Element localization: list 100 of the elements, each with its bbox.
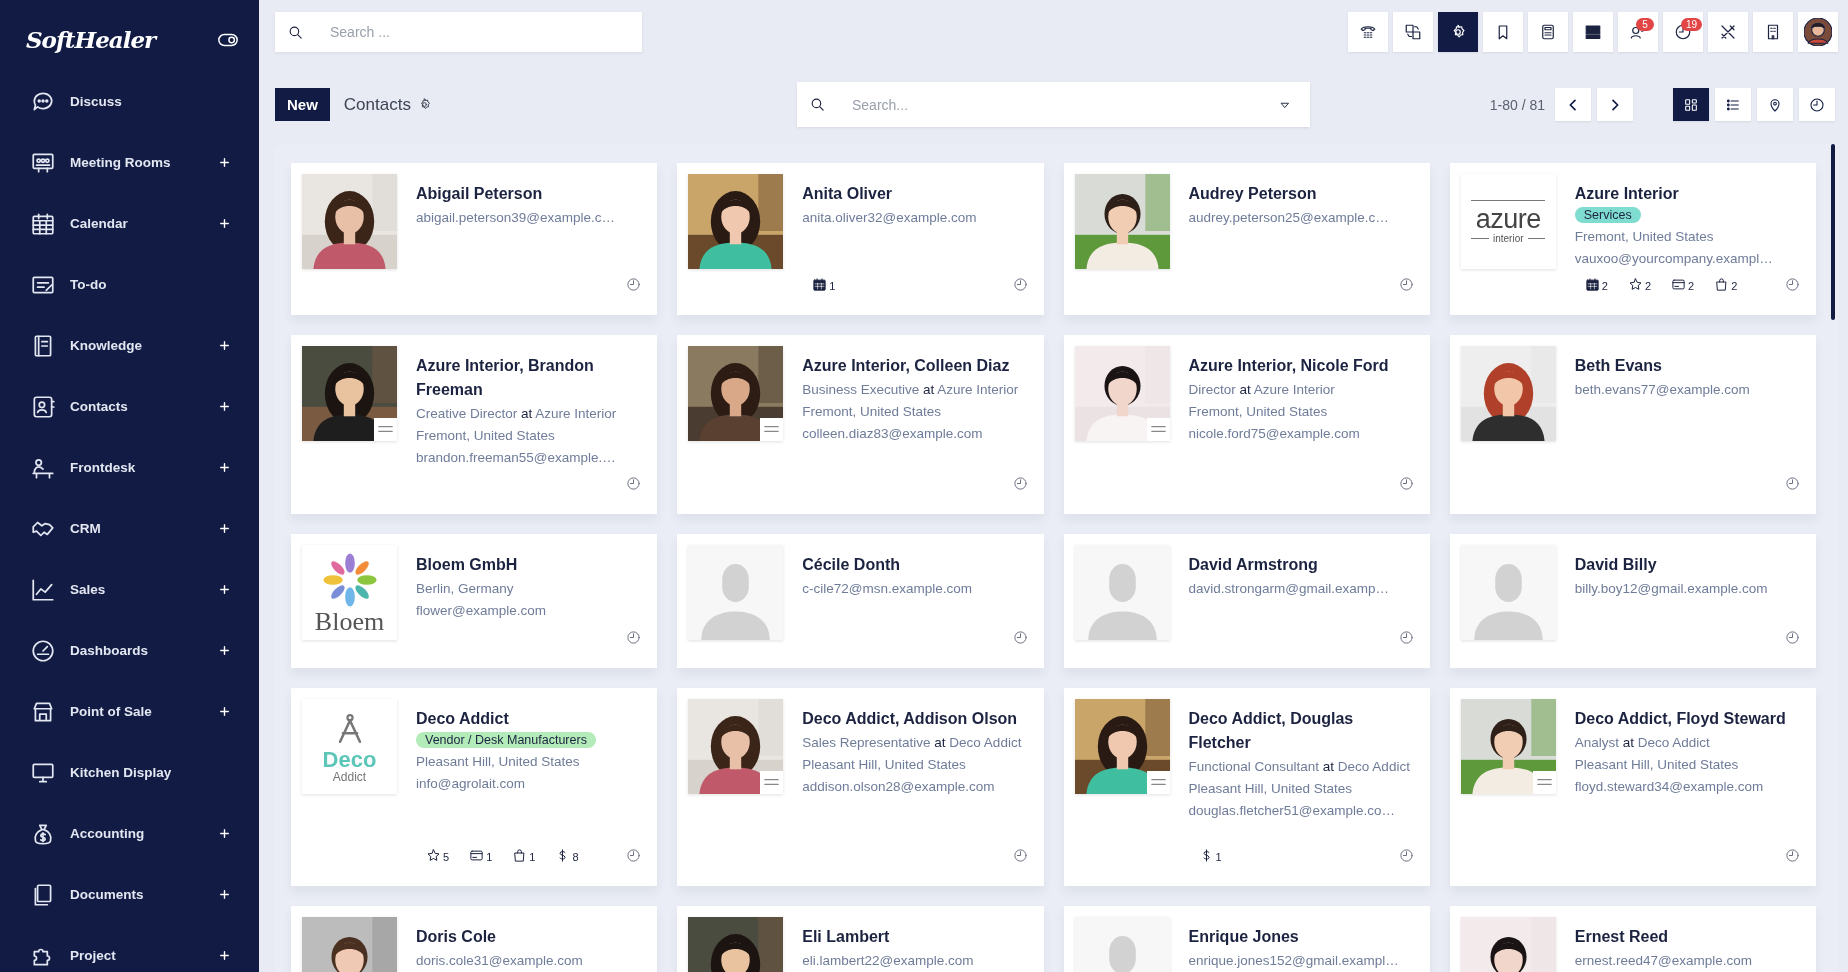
menu-item[interactable]: Frontdesk xyxy=(0,437,259,498)
credit-card-icon[interactable] xyxy=(1671,276,1686,292)
toolbar-button[interactable] xyxy=(1528,12,1568,52)
scrollbar-thumb[interactable] xyxy=(1831,144,1835,320)
search-input[interactable]: Search ... xyxy=(328,23,642,41)
contact-card[interactable]: Audrey Peterson audrey.peterson25@example.c… xyxy=(1063,163,1430,315)
contact-card[interactable]: Abigail Peterson abigail.peterson39@example.c… xyxy=(291,163,658,315)
toolbar-button[interactable]: 5 xyxy=(1618,12,1658,52)
plus-icon[interactable] xyxy=(218,888,231,901)
toolbar-button[interactable] xyxy=(1483,12,1523,52)
plus-icon[interactable] xyxy=(218,522,231,535)
contact-name: Azure Interior xyxy=(1574,184,1679,204)
toolbar-button[interactable] xyxy=(1393,12,1433,52)
contact-card[interactable]: Anita Oliver anita.oliver32@example.com 1 xyxy=(677,163,1044,315)
clock-icon[interactable] xyxy=(1398,847,1414,863)
clock-icon[interactable] xyxy=(1398,276,1414,292)
toolbar-button[interactable] xyxy=(1348,12,1388,52)
clock-icon[interactable] xyxy=(1785,847,1800,863)
plus-icon[interactable] xyxy=(218,339,231,352)
search-bar[interactable]: Search ... xyxy=(275,12,642,52)
contact-card[interactable]: Deco Addict, Floyd Steward Analyst at Deco Addict Pleasant Hill, United States floyd.steward34@example.com xyxy=(1449,688,1816,886)
search-input[interactable]: Search... xyxy=(850,95,1278,114)
plus-icon[interactable] xyxy=(218,583,231,596)
contact-card[interactable]: Deco Addict Deco Addict Vendor / Desk Manufacturers Pleasant Hill, United States info@agrolait.com 5 1 1 8 xyxy=(291,688,658,886)
clock-icon[interactable] xyxy=(1012,847,1028,863)
view-switch-button[interactable] xyxy=(1715,88,1751,121)
calendar-icon[interactable] xyxy=(812,276,828,292)
email-text: c-cile72@msn.example.com xyxy=(802,580,972,598)
menu-item[interactable]: Knowledge xyxy=(0,315,259,376)
contact-name: Anita Oliver xyxy=(802,184,893,204)
search-bar[interactable]: Search... xyxy=(797,82,1310,127)
menu-item[interactable]: Calendar xyxy=(0,193,259,254)
star-icon[interactable] xyxy=(1627,276,1643,292)
contact-card[interactable]: David Billy billy.boy12@gmail.example.com xyxy=(1449,534,1816,668)
user-menu-button[interactable] xyxy=(1798,12,1838,52)
menu-item[interactable]: Documents xyxy=(0,864,259,925)
view-switch-button[interactable] xyxy=(1799,88,1835,121)
contact-card[interactable]: azure interior Azure Interior Services Fremont, United States vauxoo@yourcompany.exampl… 2 2 2 2 xyxy=(1449,163,1816,315)
contact-card[interactable]: Azure Interior, Colleen Diaz Business Executive at Azure Interior Fremont, United States colleen.diaz83@example.com xyxy=(677,335,1044,514)
clock-icon[interactable] xyxy=(626,629,642,645)
credit-card-icon[interactable] xyxy=(469,847,485,863)
clock-icon[interactable] xyxy=(626,276,642,292)
contact-card[interactable]: Eli Lambert eli.lambert22@example.com xyxy=(677,906,1044,972)
contact-card[interactable]: Bloem Bloem GmbH Berlin, Germany flower@example.com xyxy=(291,534,658,668)
clock-icon[interactable] xyxy=(626,847,642,863)
clock-icon[interactable] xyxy=(1398,629,1414,645)
email-text: audrey.peterson25@example.c… xyxy=(1188,209,1389,227)
plus-icon[interactable] xyxy=(218,156,231,169)
clock-icon[interactable] xyxy=(1398,475,1414,491)
menu-item[interactable]: CRM xyxy=(0,498,259,559)
clock-icon[interactable] xyxy=(1012,475,1028,491)
menu-item[interactable]: Project xyxy=(0,925,259,972)
menu-item[interactable]: Kitchen Display xyxy=(0,742,259,803)
contact-card[interactable]: Ernest Reed ernest.reed47@example.com xyxy=(1449,906,1816,972)
clock-icon[interactable] xyxy=(1785,629,1800,645)
contact-name: David Armstrong xyxy=(1188,555,1318,575)
menu-item[interactable]: Contacts xyxy=(0,376,259,437)
contact-card[interactable]: Deco Addict, Douglas Fletcher Functional Consultant at Deco Addict Pleasant Hill, United States douglas.fletcher51@example.co… 1 xyxy=(1063,688,1430,886)
contact-name: Doris Cole xyxy=(416,927,496,947)
menu-item[interactable]: Accounting xyxy=(0,803,259,864)
plus-icon[interactable] xyxy=(218,949,231,962)
counter-value: 1 xyxy=(829,279,836,292)
plus-icon[interactable] xyxy=(218,827,231,840)
clock-icon[interactable] xyxy=(1785,475,1800,491)
contact-card[interactable]: Beth Evans beth.evans77@example.com xyxy=(1449,335,1816,514)
clock-icon[interactable] xyxy=(1012,629,1028,645)
plus-icon[interactable] xyxy=(218,705,231,718)
contact-card[interactable]: Doris Cole doris.cole31@example.com xyxy=(291,906,658,972)
plus-icon[interactable] xyxy=(218,461,231,474)
contact-card[interactable]: Azure Interior, Nicole Ford Director at Azure Interior Fremont, United States nicole.ford75@example.com xyxy=(1063,335,1430,514)
contact-card[interactable]: Enrique Jones enrique.jones152@gmail.exampl… xyxy=(1063,906,1430,972)
star-icon[interactable] xyxy=(426,847,441,863)
counter-value: 1 xyxy=(486,850,493,863)
clock-icon[interactable] xyxy=(1012,276,1028,292)
calendar-icon[interactable] xyxy=(1584,276,1600,292)
menu-item[interactable]: Meeting Rooms xyxy=(0,132,259,193)
menu-item[interactable]: To-do xyxy=(0,254,259,315)
contact-card[interactable]: Cécile Donth c-cile72@msn.example.com xyxy=(677,534,1044,668)
line-chart-icon xyxy=(30,576,56,603)
view-switch-button[interactable] xyxy=(1757,88,1793,121)
toolbar-button[interactable] xyxy=(1753,12,1793,52)
menu-item[interactable]: Sales xyxy=(0,559,259,620)
clock-icon[interactable] xyxy=(626,475,642,491)
contact-card[interactable]: Azure Interior, Brandon Freeman Creative Director at Azure Interior Fremont, United States brandon.freeman55@example.… xyxy=(291,335,658,514)
contact-card[interactable]: Deco Addict, Addison Olson Sales Representative at Deco Addict Pleasant Hill, United States addison.olson28@example.com xyxy=(677,688,1044,886)
plus-icon[interactable] xyxy=(218,400,231,413)
menu-item[interactable]: Point of Sale xyxy=(0,681,259,742)
toolbar-button[interactable]: 19 xyxy=(1663,12,1703,52)
view-switch-button[interactable] xyxy=(1673,88,1709,121)
email-text: colleen.diaz83@example.com xyxy=(802,425,983,443)
clock-icon[interactable] xyxy=(1785,276,1800,292)
toolbar-button[interactable] xyxy=(1438,12,1478,52)
page-title: Contacts xyxy=(343,94,411,115)
menu-item[interactable]: Discuss xyxy=(0,71,259,132)
contact-card[interactable]: David Armstrong david.strongarm@gmail.examp… xyxy=(1063,534,1430,668)
plus-icon[interactable] xyxy=(218,217,231,230)
new-button[interactable]: New xyxy=(275,88,330,121)
plus-icon[interactable] xyxy=(218,644,231,657)
toolbar-button[interactable] xyxy=(1573,12,1613,52)
menu-item[interactable]: Dashboards xyxy=(0,620,259,681)
